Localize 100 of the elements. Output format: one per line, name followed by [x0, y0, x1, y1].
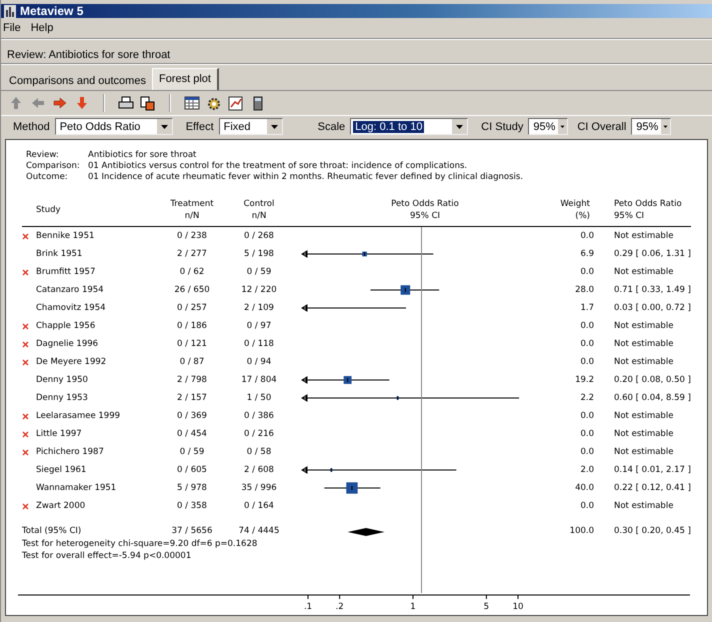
- weight-value: 0.0: [579, 267, 594, 277]
- tool-button[interactable]: [227, 94, 245, 112]
- weight-value: 100.0: [568, 525, 594, 536]
- odds-ratio-value: Not estimable: [613, 411, 674, 421]
- weight-value: 1.7: [579, 303, 594, 313]
- table-icon: [184, 96, 200, 110]
- tab[interactable]: Comparisons and outcomes: [3, 72, 152, 90]
- dropdown[interactable]: Fixed: [218, 118, 283, 135]
- odds-ratio-value: 0.71 [ 0.33, 1.49 ]: [613, 285, 691, 295]
- study-name: Leelarasamee 1999: [36, 411, 122, 421]
- info-label: Review:: [26, 150, 60, 160]
- odds-ratio-value: Not estimable: [613, 231, 674, 241]
- study-name: Brink 1951: [36, 249, 84, 259]
- study-name: Pichichero 1987: [36, 447, 105, 457]
- info-label: Comparison:: [26, 161, 81, 171]
- document-export-icon: [140, 96, 156, 110]
- treatment-count: 0 / 369: [176, 411, 208, 421]
- tool-button[interactable]: [183, 94, 201, 112]
- control-count: 0 / 58: [246, 447, 272, 457]
- info-value: 01 Antibiotics versus control for the treatment of sore throat: incidence of complications.: [88, 161, 468, 171]
- study-name: De Meyere 1992: [36, 357, 108, 367]
- axis-tick-label: .2: [336, 602, 344, 612]
- dropdown[interactable]: 95%: [528, 118, 568, 135]
- treatment-count: 0 / 257: [176, 303, 208, 313]
- info-label: Outcome:: [26, 172, 69, 182]
- caret-icon: [451, 119, 468, 134]
- control-count: 0 / 94: [246, 357, 272, 367]
- menu-item[interactable]: Help: [30, 22, 54, 34]
- calculator-icon: [253, 96, 263, 110]
- column-header: Treatment: [170, 198, 214, 210]
- control-count: 0 / 97: [246, 321, 272, 331]
- column-header: Control: [244, 198, 274, 210]
- weight-value: 0.0: [579, 411, 594, 421]
- menu-item[interactable]: File: [3, 22, 21, 34]
- weight-value: 0.0: [579, 501, 594, 511]
- column-subheader: n/N: [184, 210, 200, 222]
- column-header: Peto Odds Ratio: [391, 198, 459, 210]
- column-subheader: 95% CI: [410, 210, 440, 222]
- chart-icon: [228, 96, 244, 110]
- review-title: Review: Antibiotics for sore throat: [7, 49, 170, 61]
- weight-value: 19.2: [574, 375, 594, 385]
- control-count: 0 / 268: [243, 231, 275, 241]
- info-value: 01 Incidence of acute rheumatic fever within 2 months. Rheumatic fever defined by clinical diagnosis.: [88, 172, 524, 182]
- confidence-interval: [370, 285, 440, 295]
- study-name: Zwart 2000: [36, 501, 86, 511]
- odds-ratio-value: 0.20 [ 0.08, 0.50 ]: [613, 375, 691, 385]
- control-count: 5 / 198: [243, 249, 275, 259]
- study-name: Denny 1953: [36, 393, 89, 403]
- dropdown[interactable]: Peto Odds Ratio: [54, 118, 173, 135]
- treatment-count: 2 / 798: [176, 375, 208, 385]
- column-header: Weight: [560, 198, 590, 210]
- option-label: CI Study: [481, 120, 524, 132]
- study-name: Chapple 1956: [36, 321, 96, 331]
- weight-value: 28.0: [574, 285, 594, 295]
- option-label: Scale: [318, 120, 346, 132]
- weight-value: 0.0: [579, 447, 594, 457]
- odds-ratio-value: Not estimable: [613, 339, 674, 349]
- study-name: Brumfitt 1957: [36, 267, 96, 277]
- odds-ratio-value: Not estimable: [613, 267, 674, 277]
- column-subheader: n/N: [252, 210, 266, 222]
- tab[interactable]: Forest plot: [152, 68, 219, 90]
- weight-value: 0.0: [579, 339, 594, 349]
- odds-ratio-value: Not estimable: [613, 447, 674, 457]
- treatment-count: 37 / 5656: [170, 525, 214, 536]
- tool-button[interactable]: [139, 94, 157, 112]
- gear-icon: [206, 96, 222, 110]
- study-name: Siegel 1961: [36, 465, 88, 475]
- treatment-count: 0 / 87: [178, 357, 206, 367]
- axis-tick-label: 5: [484, 602, 490, 612]
- study-name: Dagnelie 1996: [36, 339, 100, 349]
- odds-ratio-value: Not estimable: [613, 429, 674, 439]
- treatment-count: 0 / 238: [176, 231, 208, 241]
- weight-value: 0.0: [579, 231, 594, 241]
- odds-ratio-value: 0.29 [ 0.06, 1.31 ]: [613, 249, 691, 259]
- column-subheader: 95% CI: [614, 210, 644, 222]
- window-title: Metaview 5: [20, 4, 84, 18]
- treatment-count: 0 / 62: [178, 267, 206, 277]
- option-label: CI Overall: [577, 120, 626, 132]
- treatment-count: 5 / 978: [176, 483, 208, 493]
- caret-icon: [266, 119, 282, 134]
- printer-icon: [118, 96, 134, 110]
- odds-ratio-value: Not estimable: [613, 357, 674, 367]
- control-count: 0 / 59: [246, 267, 272, 277]
- dropdown[interactable]: Log: 0.1 to 10: [350, 118, 468, 135]
- control-count: 0 / 164: [243, 501, 275, 511]
- treatment-count: 0 / 186: [176, 321, 208, 331]
- column-header: Study: [36, 204, 61, 216]
- odds-ratio-value: 0.30 [ 0.20, 0.45 ]: [613, 525, 691, 536]
- dropdown[interactable]: 95%: [631, 118, 672, 135]
- weight-value: 6.9: [579, 249, 594, 259]
- pooled-estimate-diamond: [348, 528, 385, 536]
- control-count: 0 / 386: [243, 411, 275, 421]
- control-count: 2 / 109: [243, 303, 275, 313]
- study-name: Denny 1950: [36, 375, 89, 385]
- caret-icon: [156, 119, 172, 134]
- info-value: Antibiotics for sore throat: [88, 150, 198, 160]
- treatment-count: 0 / 454: [176, 429, 208, 439]
- axis-tick-label: 1: [410, 602, 416, 612]
- control-count: 1 / 50: [246, 393, 272, 403]
- caret-icon: [557, 119, 568, 134]
